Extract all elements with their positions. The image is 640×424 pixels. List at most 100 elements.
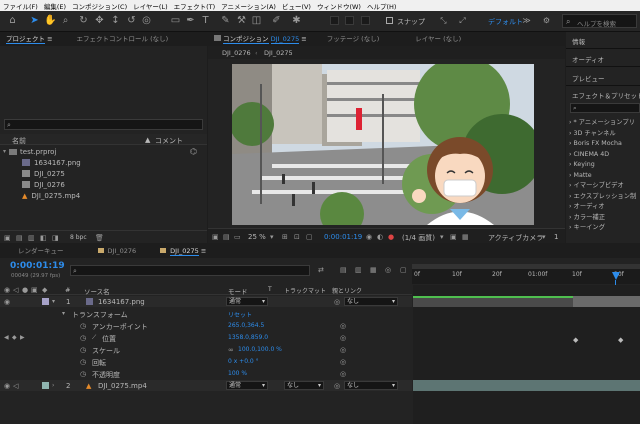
transform-group[interactable]: ▾ トランスフォーム リセット bbox=[0, 308, 412, 319]
show-snapshot-icon[interactable]: ◐ bbox=[377, 233, 383, 241]
layer-name[interactable]: DJI_0275.mp4 bbox=[98, 382, 147, 390]
column-mode[interactable]: モード bbox=[228, 286, 248, 296]
clone-stamp-tool-icon[interactable]: ⚒ bbox=[235, 14, 248, 27]
parent-dropdown[interactable]: なし ▾ bbox=[344, 297, 398, 306]
tab-composition[interactable]: コンポジション DJI_0275 ≡ bbox=[208, 32, 313, 46]
list-item[interactable]: ▲ DJI_0275.mp4 bbox=[0, 190, 207, 201]
zoom-tool-icon[interactable]: ⌕ bbox=[59, 14, 72, 27]
list-item[interactable]: › 3D チャンネル bbox=[569, 129, 640, 140]
pan-tool-icon[interactable]: ✥ bbox=[93, 14, 106, 27]
brush-tool-icon[interactable]: ✎ bbox=[219, 14, 232, 27]
parent-dropdown[interactable]: なし ▾ bbox=[344, 381, 398, 390]
label-color-swatch[interactable] bbox=[42, 382, 49, 389]
trash-icon[interactable]: 🗑 bbox=[95, 234, 104, 242]
stopwatch-icon[interactable]: ◷ bbox=[80, 346, 86, 354]
3d-glasses-icon[interactable]: ▭ bbox=[234, 233, 241, 241]
menu-composition[interactable]: コンポジション(C) bbox=[69, 1, 130, 11]
tab-comp-dji-0276[interactable]: DJI_0276 bbox=[70, 244, 143, 258]
prev-keyframe-icon[interactable]: ◀ bbox=[4, 334, 9, 342]
tool-option-2[interactable] bbox=[345, 16, 354, 25]
interpret-footage-icon[interactable]: ▣ bbox=[4, 234, 11, 242]
region-icon[interactable]: ▢ bbox=[306, 233, 313, 241]
composition-viewport[interactable] bbox=[232, 64, 534, 225]
list-item[interactable]: 1634167.png bbox=[0, 157, 207, 168]
list-item[interactable]: › オーディオ bbox=[569, 202, 640, 213]
color-channel-icon[interactable]: ● bbox=[388, 233, 394, 241]
chevron-down-icon[interactable]: ▾ bbox=[52, 298, 55, 306]
column-comment[interactable]: コメント bbox=[155, 136, 183, 146]
label-color-swatch[interactable] bbox=[42, 298, 49, 305]
eye-icon[interactable]: ◉ bbox=[4, 382, 10, 390]
link-icon[interactable]: ∞ bbox=[228, 346, 234, 354]
breadcrumb-item[interactable]: DJI_0276 bbox=[222, 49, 251, 57]
hide-shy-icon[interactable]: ▥ bbox=[355, 266, 362, 274]
time-ruler[interactable]: 0f 10f 20f 01:00f 10f 20f bbox=[412, 264, 640, 284]
tab-layer[interactable]: レイヤー (なし) bbox=[385, 32, 467, 46]
timeline-search-input[interactable]: ⌕ bbox=[70, 265, 310, 276]
chevron-down-icon[interactable]: ▾ bbox=[62, 310, 65, 318]
menu-effect[interactable]: エフェクト(T) bbox=[171, 1, 219, 11]
dolly-tool-icon[interactable]: ↕ bbox=[109, 14, 122, 27]
safe-zones-icon[interactable]: ⊞ bbox=[282, 233, 288, 241]
workspace-edit-icon[interactable]: ⚙ bbox=[540, 14, 553, 27]
pen-tool-icon[interactable]: ✒ bbox=[184, 14, 197, 27]
pickwhip-icon[interactable]: ◎ bbox=[340, 370, 346, 378]
list-item[interactable]: › キーイング bbox=[569, 223, 640, 234]
stopwatch-icon[interactable]: ◷ bbox=[80, 358, 86, 366]
effects-search-input[interactable]: ⌕ bbox=[570, 103, 640, 113]
list-item[interactable]: › エクスプレッション制 bbox=[569, 192, 640, 203]
snap-checkbox[interactable] bbox=[386, 17, 393, 24]
property-row[interactable]: ◷ 回転 0 x +0.0 ° ◎ bbox=[0, 356, 412, 367]
property-value[interactable]: 265.0,364.5 bbox=[228, 322, 264, 329]
rectangle-tool-icon[interactable]: ▭ bbox=[169, 14, 182, 27]
comp-settings-icon[interactable]: ◨ bbox=[52, 234, 59, 242]
track-area[interactable]: ◆ ◆ bbox=[413, 285, 640, 424]
track-matte-dropdown[interactable]: なし ▾ bbox=[284, 381, 324, 390]
snapshot-icon[interactable]: ◉ bbox=[366, 233, 372, 241]
tab-effect-controls[interactable]: エフェクトコントロール (なし) bbox=[59, 32, 175, 46]
stopwatch-icon[interactable]: ◷ bbox=[80, 370, 86, 378]
property-row[interactable]: ◷ 不透明度 100 % ◎ bbox=[0, 368, 412, 379]
keyframe-icon[interactable]: ◆ bbox=[618, 336, 623, 344]
layer-bar[interactable] bbox=[413, 380, 640, 391]
stopwatch-icon[interactable]: ◷ bbox=[80, 322, 86, 330]
menu-file[interactable]: ファイル(F) bbox=[0, 1, 41, 11]
property-value[interactable]: 100.0,100.0 % bbox=[238, 346, 282, 353]
home-icon[interactable]: ⌂ bbox=[6, 14, 19, 27]
stopwatch-icon[interactable]: ◷ bbox=[80, 334, 86, 342]
chevron-right-icon[interactable]: › bbox=[52, 382, 54, 390]
pickwhip-icon[interactable]: ◎ bbox=[340, 358, 346, 366]
menu-layer[interactable]: レイヤー(L) bbox=[130, 1, 171, 11]
keyframe-icon[interactable]: ◆ bbox=[573, 336, 578, 344]
reset-link[interactable]: リセット bbox=[228, 310, 252, 319]
puppet-tool-icon[interactable]: ✱ bbox=[290, 14, 303, 27]
snap-options-icon[interactable]: ⤡ bbox=[437, 14, 450, 27]
align-icon[interactable]: ⤢ bbox=[456, 14, 469, 27]
list-item[interactable]: › * アニメーションプリ bbox=[569, 118, 640, 129]
panel-preview[interactable]: プレビュー bbox=[572, 73, 605, 83]
mask-icon[interactable]: ▤ bbox=[223, 233, 230, 241]
work-area-bar[interactable] bbox=[412, 264, 640, 269]
table-row[interactable]: ◉ ◁ › 2 ▲ DJI_0275.mp4 通常 ▾ なし ▾ ◎ なし ▾ bbox=[0, 380, 412, 391]
menu-view[interactable]: ビュー(V) bbox=[279, 1, 314, 11]
fast-preview-icon[interactable]: ▣ bbox=[450, 233, 457, 241]
workspace-default[interactable]: デフォルト bbox=[488, 17, 523, 27]
new-comp-icon[interactable]: ▥ bbox=[28, 234, 35, 242]
project-search-input[interactable]: ⌕ bbox=[4, 119, 203, 130]
column-track-matte[interactable]: トラックマット bbox=[284, 286, 326, 295]
pickwhip-icon[interactable]: ◎ bbox=[334, 382, 340, 390]
property-row[interactable]: ◷ アンカーポイント 265.0,364.5 ◎ bbox=[0, 320, 412, 331]
workspace-menu-icon[interactable]: ≫ bbox=[520, 14, 533, 27]
layer-name[interactable]: 1634167.png bbox=[98, 298, 145, 306]
bpc-label[interactable]: 8 bpc bbox=[70, 234, 87, 241]
panel-audio[interactable]: オーディオ bbox=[572, 54, 604, 64]
transparency-grid-icon[interactable]: ▦ bbox=[462, 233, 469, 241]
pickwhip-icon[interactable]: ◎ bbox=[334, 298, 340, 306]
list-item[interactable]: › イマーシブビデオ bbox=[569, 181, 640, 192]
list-item[interactable]: › Boris FX Mocha bbox=[569, 139, 640, 150]
chevron-down-icon[interactable]: ▾ bbox=[270, 233, 274, 241]
table-row[interactable]: ◉ ▾ 1 1634167.png 通常 ▾ ◎ なし ▾ bbox=[0, 296, 412, 307]
panel-effects-presets[interactable]: エフェクト＆プリセット bbox=[572, 90, 640, 100]
pickwhip-icon[interactable]: ◎ bbox=[340, 322, 346, 330]
camera-select[interactable]: アクティブカメラ bbox=[488, 233, 543, 243]
